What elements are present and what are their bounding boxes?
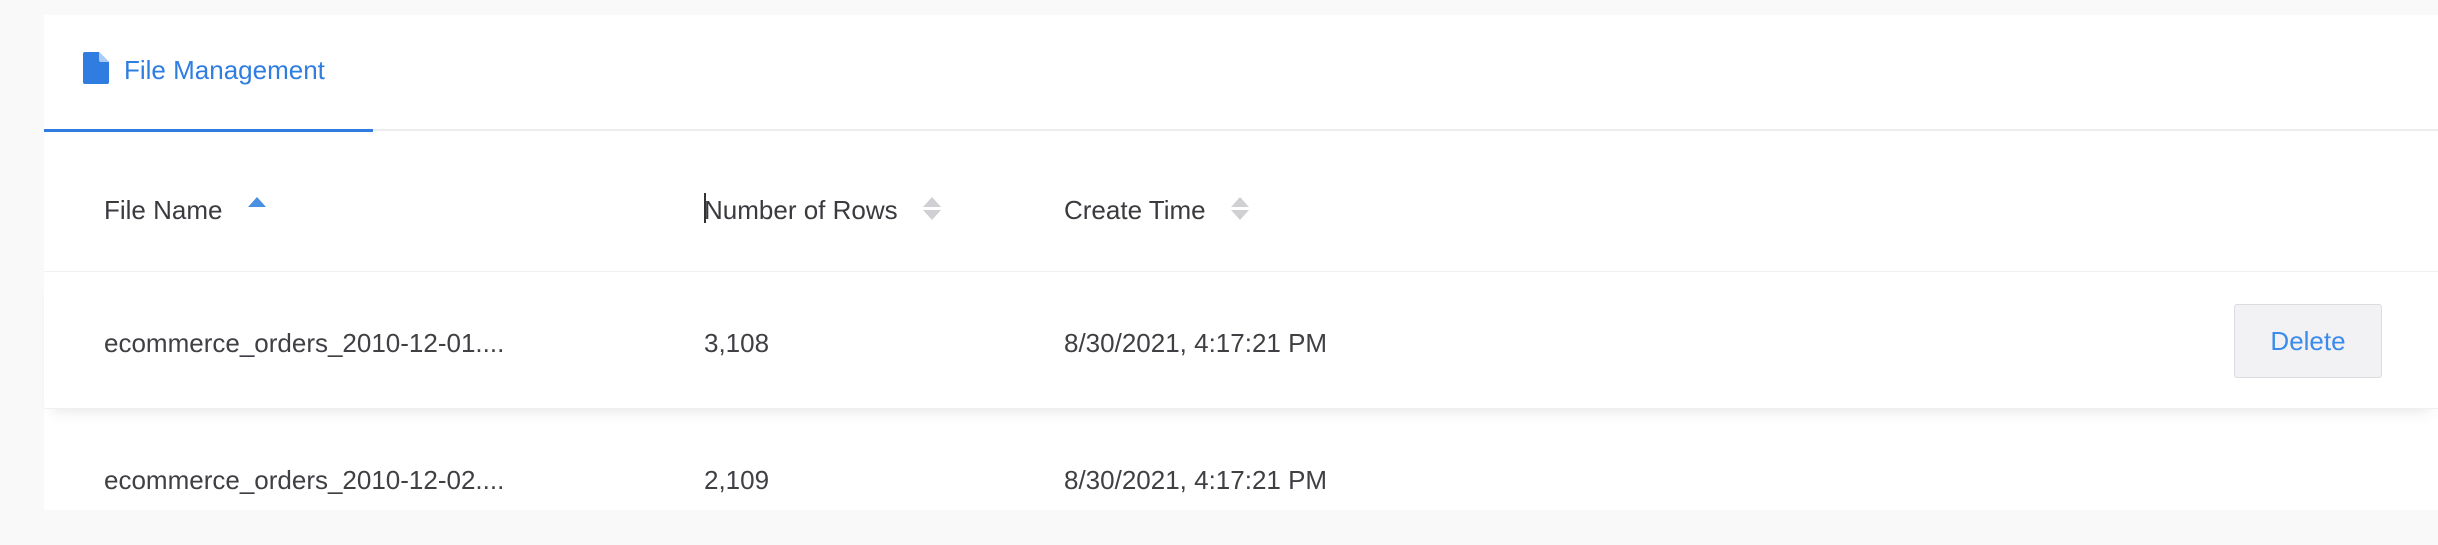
tab-label: File Management xyxy=(124,55,325,85)
column-header-label: Create Time xyxy=(1064,195,1206,225)
table-row[interactable]: ecommerce_orders_2010-12-02.... 2,109 8/… xyxy=(44,409,2438,545)
column-header-create-time[interactable]: Create Time xyxy=(1064,195,1249,226)
file-name-cell: ecommerce_orders_2010-12-02.... xyxy=(104,465,505,495)
delete-button[interactable]: Delete xyxy=(2234,304,2382,378)
sort-toggle-icon[interactable] xyxy=(1230,196,1249,222)
file-management-panel: File Management File Name Number of Rows… xyxy=(44,15,2438,510)
create-time-cell: 8/30/2021, 4:17:21 PM xyxy=(1064,328,1328,358)
file-icon xyxy=(83,52,109,84)
file-name-cell: ecommerce_orders_2010-12-01.... xyxy=(104,328,505,358)
column-header-label: File Name xyxy=(104,195,223,225)
row-count-cell: 3,108 xyxy=(704,328,770,358)
sort-toggle-icon[interactable] xyxy=(922,196,941,222)
column-header-label: Number of Rows xyxy=(704,195,898,225)
sort-ascending-icon[interactable] xyxy=(247,196,266,222)
column-header-number-of-rows[interactable]: Number of Rows xyxy=(704,195,941,226)
tab-file-management[interactable]: File Management xyxy=(44,15,373,132)
create-time-cell: 8/30/2021, 4:17:21 PM xyxy=(1064,465,1328,495)
row-count-cell: 2,109 xyxy=(704,465,770,495)
tab-bar: File Management xyxy=(44,15,2438,132)
table-header: File Name Number of Rows Create Time xyxy=(44,131,2438,272)
table-row[interactable]: ecommerce_orders_2010-12-01.... 3,108 8/… xyxy=(44,272,2438,409)
column-header-file-name[interactable]: File Name xyxy=(104,195,266,226)
